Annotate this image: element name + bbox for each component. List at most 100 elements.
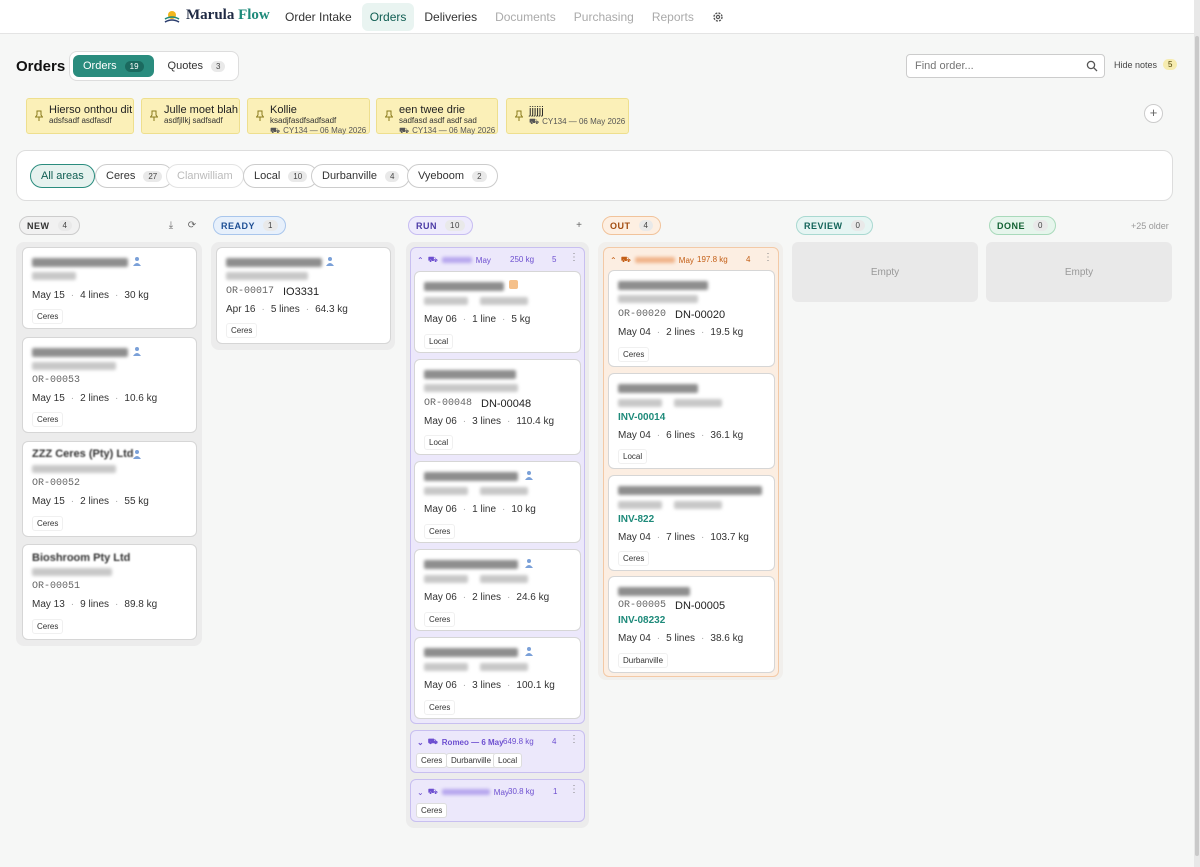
find-order-input[interactable] <box>906 54 1105 78</box>
area-filter-clanwilliam[interactable]: Clanwilliam <box>166 164 244 188</box>
order-card[interactable]: OR-00017 IO3331 Apr 16 · 5 lines · 64.3 kg C… <box>216 247 391 344</box>
order-card[interactable]: May 06 · 2 lines · 24.6 kg Ceres <box>414 549 581 631</box>
hide-notes-toggle[interactable]: Hide notes 5 <box>1114 59 1178 70</box>
note-body: asdfjllkj sadfsadf <box>164 116 223 125</box>
app-logo[interactable]: Marula Flow <box>164 7 270 24</box>
quotes-count-badge: 3 <box>211 60 226 72</box>
page-scrollbar[interactable] <box>1194 0 1200 867</box>
older-link[interactable]: +25 older <box>1131 221 1169 231</box>
area-tag: Local <box>424 334 454 349</box>
nav-orders[interactable]: Orders <box>361 3 415 31</box>
area-tag: Local <box>424 435 454 450</box>
column-header-new: NEW 4 <box>19 216 81 235</box>
note-body: sadfasd asdf asdf sad <box>399 116 477 125</box>
pin-icon <box>515 110 523 121</box>
area-tag: Ceres <box>32 412 64 427</box>
area-filter-all[interactable]: All areas <box>30 164 95 188</box>
more-icon[interactable]: ⋮ <box>569 734 579 745</box>
orders-count-badge: 19 <box>124 60 144 72</box>
customer-name: Bioshroom Pty Ltd <box>32 552 131 564</box>
order-card[interactable]: May 15 · 4 lines · 30 kg Ceres <box>22 247 197 329</box>
area-tag: Local <box>493 753 523 768</box>
note-link[interactable]: ⛟ CY134 — 06 May 2026 <box>270 126 366 136</box>
nav-order-intake[interactable]: Order Intake <box>277 3 360 31</box>
area-filter-durbanville[interactable]: Durbanville 4 <box>311 164 411 188</box>
customer-name: ZZZ Ceres (Pty) Ltd <box>32 448 134 460</box>
refresh-icon[interactable]: ⟳ <box>186 220 198 232</box>
search-icon[interactable] <box>1086 60 1098 72</box>
area-tag: Durbanville <box>446 753 497 768</box>
area-tag: Ceres <box>618 347 650 362</box>
nav-deliveries[interactable]: Deliveries <box>416 3 485 31</box>
nav-reports[interactable]: Reports <box>644 3 702 31</box>
note-link[interactable]: ⛟ CY134 — 06 May 2026 <box>399 126 495 136</box>
order-card[interactable]: OR-00053 May 15 · 2 lines · 10.6 kg Ceres <box>22 337 197 433</box>
order-card[interactable]: May 06 · 1 line · 5 kg Local <box>414 271 581 353</box>
run-group[interactable]: ⌄ ⛟ May 30.8 kg 1 ⋮ Ceres <box>410 779 585 822</box>
order-card[interactable]: INV-822 May 04 · 7 lines · 103.7 kg Ceres <box>608 475 775 571</box>
more-icon[interactable]: ⋮ <box>569 252 579 263</box>
area-tag: Durbanville <box>618 653 669 668</box>
nav-purchasing[interactable]: Purchasing <box>566 3 642 31</box>
logo-icon <box>164 10 180 23</box>
area-filter-bar: All areas Ceres 27 Clanwilliam Local 10 Du… <box>16 150 1173 201</box>
sticky-note[interactable]: Hierso onthou dit adsfsadf asdfasdf <box>26 98 134 134</box>
top-bar: Marula Flow Order Intake Orders Deliveri… <box>0 0 1200 34</box>
note-title: Julle moet blah <box>164 104 238 116</box>
column-header-review: REVIEW 0 <box>796 216 874 235</box>
person-icon <box>326 257 334 266</box>
order-card[interactable]: OR-00048 DN-00048 May 06 · 3 lines · 110.4 k… <box>414 359 581 455</box>
truck-icon: ⛟ <box>620 255 631 264</box>
add-note-button[interactable]: + <box>1144 104 1163 123</box>
area-tag: Ceres <box>618 551 650 566</box>
tab-orders[interactable]: Orders 19 <box>73 55 154 77</box>
note-body: adsfsadf asdfasdf <box>49 116 112 125</box>
note-link[interactable]: ⛟ CY134 — 06 May 2026 <box>529 117 625 127</box>
order-card[interactable]: May 06 · 3 lines · 100.1 kg Ceres <box>414 637 581 719</box>
order-card[interactable]: OR-00020 DN-00020 May 04 · 2 lines · 19.5 kg… <box>608 270 775 367</box>
run-group[interactable]: ⌄ ⛟ Romeo — 6 May 649.8 kg 4 ⋮ Ceres Durba… <box>410 730 585 773</box>
area-filter-ceres[interactable]: Ceres 27 <box>95 164 174 188</box>
more-icon[interactable]: ⋮ <box>763 252 773 263</box>
area-filter-vyeboom[interactable]: Vyeboom 2 <box>407 164 498 188</box>
sticky-note[interactable]: Julle moet blah asdfjllkj sadfsadf <box>141 98 240 134</box>
person-icon <box>133 450 141 459</box>
note-title: jjjjjj <box>529 105 544 117</box>
sticky-note[interactable]: jjjjjj ⛟ CY134 — 06 May 2026 <box>506 98 629 134</box>
more-icon[interactable]: ⋮ <box>569 784 579 795</box>
sticky-note[interactable]: een twee drie sadfasd asdf asdf sad ⛟ CY1… <box>376 98 498 136</box>
settings-gear-icon[interactable] <box>704 3 732 31</box>
main-nav: Order Intake Orders Deliveries Documents… <box>277 3 732 31</box>
area-tag: Ceres <box>424 524 456 539</box>
invoice-link[interactable]: INV-00014 <box>618 412 665 423</box>
area-tag: Ceres <box>424 700 456 715</box>
person-icon <box>525 471 533 480</box>
invoice-link[interactable]: INV-08232 <box>618 615 665 626</box>
add-run-icon[interactable]: + <box>573 220 585 232</box>
tab-quotes[interactable]: Quotes 3 <box>158 55 236 77</box>
order-card[interactable]: ZZZ Ceres (Pty) Ltd OR-00052 May 15 · 2 li… <box>22 441 197 537</box>
box-icon <box>509 280 518 289</box>
done-empty-state: Empty <box>986 242 1172 302</box>
area-tag: Local <box>618 449 648 464</box>
order-card[interactable]: May 06 · 1 line · 10 kg Ceres <box>414 461 581 543</box>
order-card[interactable]: OR-00005 DN-00005 INV-08232 May 04 · 5 lin… <box>608 576 775 673</box>
person-icon <box>525 559 533 568</box>
chevron-up-icon: ⌃ <box>610 255 617 265</box>
area-tag: Ceres <box>424 612 456 627</box>
area-tag: Ceres <box>32 619 64 634</box>
nav-documents[interactable]: Documents <box>487 3 564 31</box>
pin-icon <box>256 110 264 121</box>
download-icon[interactable]: ⤓ <box>165 220 177 232</box>
area-filter-local[interactable]: Local 10 <box>243 164 319 188</box>
note-title: een twee drie <box>399 104 466 116</box>
truck-icon: ⛟ <box>529 117 540 126</box>
app-name: Marula Flow <box>186 7 270 23</box>
invoice-link[interactable]: INV-822 <box>618 514 654 525</box>
column-header-out: OUT 4 <box>602 216 662 235</box>
note-title: Hierso onthou dit <box>49 104 133 116</box>
truck-icon: ⛟ <box>427 737 438 746</box>
order-card[interactable]: INV-00014 May 04 · 6 lines · 36.1 kg Local <box>608 373 775 469</box>
sticky-note[interactable]: Kollie ksadjfasdfsadfsadf ⛟ CY134 — 06 Ma… <box>247 98 370 136</box>
order-card[interactable]: Bioshroom Pty Ltd OR-00051 May 13 · 9 line… <box>22 544 197 640</box>
